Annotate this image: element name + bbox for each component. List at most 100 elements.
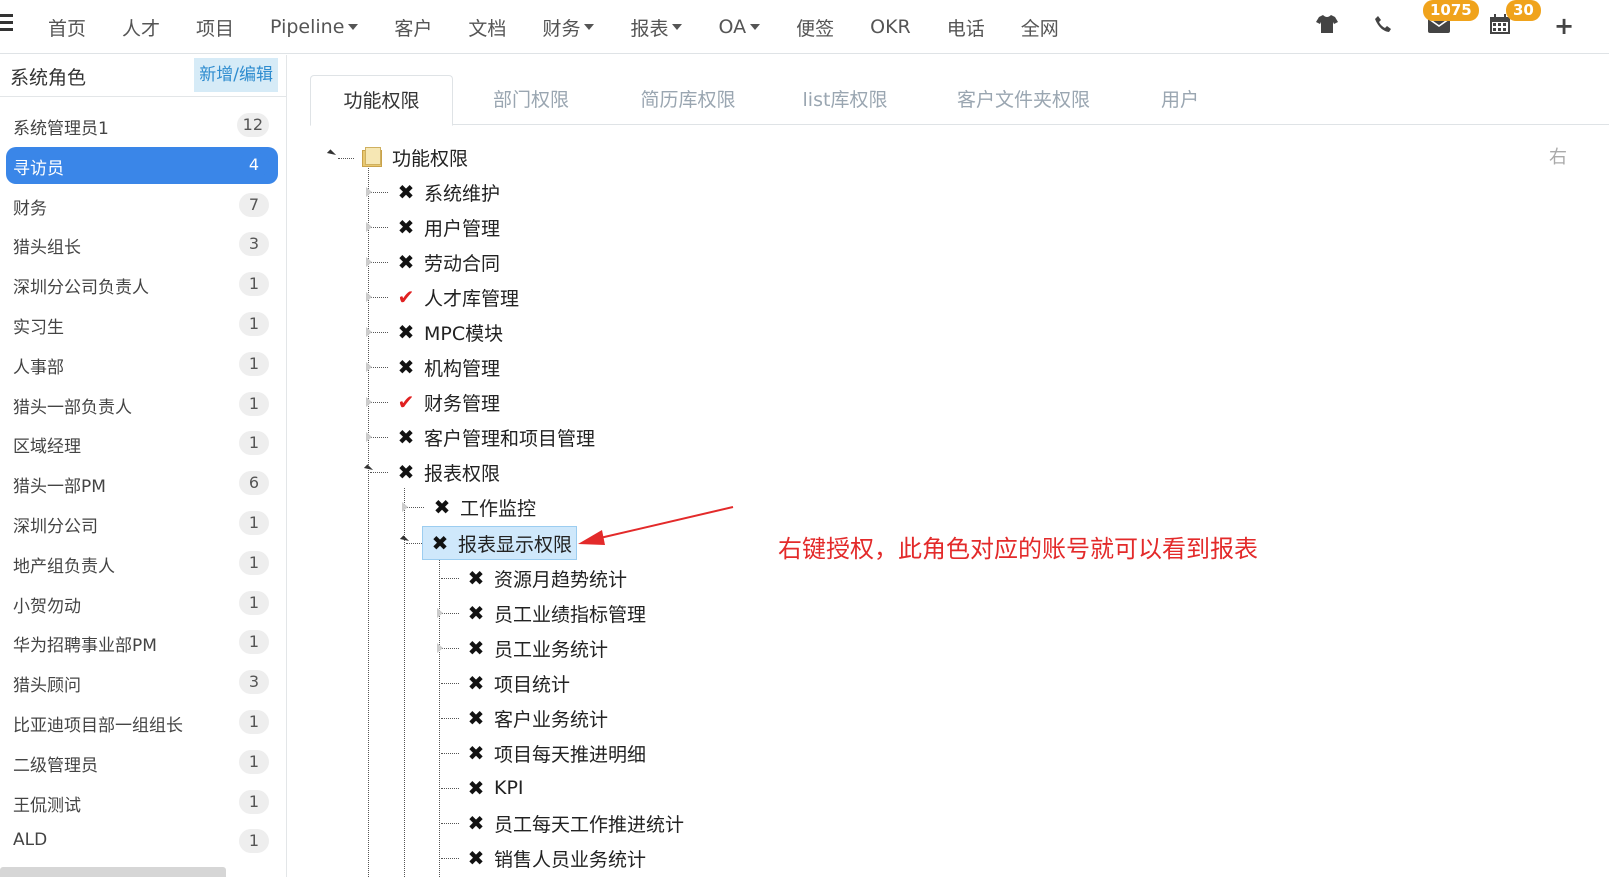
tree-collapsed-icon[interactable] — [366, 292, 372, 302]
tab-4[interactable]: 客户文件夹权限 — [934, 75, 1113, 125]
role-item[interactable]: 二级管理员 1 — [6, 744, 278, 781]
nav-item-1[interactable]: 人才 — [104, 0, 178, 54]
cross-icon[interactable]: ✖ — [432, 497, 452, 517]
tree-root[interactable]: 功能权限 — [362, 140, 468, 174]
cross-icon[interactable]: ✖ — [396, 182, 416, 202]
add-edit-role-button[interactable]: 新增/编辑 — [194, 58, 278, 92]
shirt-icon[interactable] — [1315, 14, 1339, 38]
role-item[interactable]: 比亚迪项目部一组组长 1 — [6, 704, 278, 741]
role-count-badge: 1 — [239, 391, 269, 416]
role-item[interactable]: 寻访员 4 — [6, 146, 278, 184]
tree-node[interactable]: ✖ 报表显示权限 — [422, 526, 578, 560]
cross-icon[interactable]: ✖ — [466, 708, 486, 728]
role-item[interactable]: 猎头组长 3 — [6, 226, 278, 263]
tree-collapsed-icon[interactable] — [366, 432, 372, 442]
role-item[interactable]: 实习生 1 — [6, 306, 278, 343]
tree-node[interactable]: ✖ 报表权限 — [396, 455, 500, 489]
role-item[interactable]: 地产组负责人 1 — [6, 545, 278, 582]
cross-icon[interactable]: ✖ — [396, 427, 416, 447]
tree-node[interactable]: ✖ 员工业务统计 — [466, 631, 608, 665]
nav-item-4[interactable]: 客户 — [376, 0, 450, 54]
left-horizontal-scrollbar[interactable] — [0, 867, 226, 877]
plus-icon[interactable]: + — [1552, 14, 1576, 38]
nav-item-9[interactable]: 便签 — [778, 0, 852, 54]
tree-collapsed-icon[interactable] — [366, 222, 372, 232]
tree-node[interactable]: ✖ 系统维护 — [396, 175, 500, 209]
role-item[interactable]: 深圳分公司 1 — [6, 505, 278, 542]
check-icon[interactable]: ✔ — [396, 392, 416, 412]
tree-collapsed-icon[interactable] — [366, 362, 372, 372]
nav-item-5[interactable]: 文档 — [450, 0, 524, 54]
tree-node[interactable]: ✖ 员工每天工作推进统计 — [466, 806, 684, 840]
tree-collapsed-icon[interactable] — [366, 397, 372, 407]
tree-node[interactable]: ✖ 客户管理和项目管理 — [396, 420, 595, 454]
cross-icon[interactable]: ✖ — [466, 848, 486, 868]
role-item[interactable]: 系统管理员1 12 — [6, 107, 278, 144]
tree-expanded-icon[interactable] — [326, 149, 337, 159]
nav-item-7[interactable]: 报表 — [612, 0, 700, 54]
nav-item-3[interactable]: Pipeline — [252, 0, 376, 54]
role-item[interactable]: 猎头一部负责人 1 — [6, 386, 278, 423]
nav-item-11[interactable]: 电话 — [929, 0, 1003, 54]
cross-icon[interactable]: ✖ — [466, 813, 486, 833]
nav-item-6[interactable]: 财务 — [524, 0, 612, 54]
nav-item-10[interactable]: OKR — [852, 0, 929, 54]
tree-collapsed-icon[interactable] — [366, 187, 372, 197]
role-item[interactable]: 王侃测试 1 — [6, 784, 278, 821]
tree-node[interactable]: ✖ 机构管理 — [396, 350, 500, 384]
cross-icon[interactable]: ✖ — [466, 673, 486, 693]
role-item[interactable]: 人事部 1 — [6, 346, 278, 383]
tree-collapsed-icon[interactable] — [437, 643, 443, 653]
cross-icon[interactable]: ✖ — [396, 217, 416, 237]
nav-item-2[interactable]: 项目 — [178, 0, 252, 54]
tree-node[interactable]: ✖ MPC模块 — [396, 315, 504, 349]
nav-item-0[interactable]: 首页 — [30, 0, 104, 54]
role-item[interactable]: 猎头一部PM 6 — [6, 465, 278, 502]
cross-icon[interactable]: ✖ — [430, 533, 450, 553]
tree-node-label: 报表权限 — [424, 462, 501, 485]
role-item[interactable]: 深圳分公司负责人 1 — [6, 266, 278, 303]
tab-1[interactable]: 部门权限 — [460, 75, 602, 125]
tab-3[interactable]: list库权限 — [772, 75, 918, 125]
cross-icon[interactable]: ✖ — [466, 603, 486, 623]
tree-node[interactable]: ✖ 劳动合同 — [396, 245, 500, 279]
role-item[interactable]: ALD 1 — [6, 823, 278, 860]
cross-icon[interactable]: ✖ — [466, 638, 486, 658]
tree-node[interactable]: ✖ 项目统计 — [466, 666, 570, 700]
tree-node[interactable]: ✔ 人才库管理 — [396, 280, 519, 314]
tree-node-label: 劳动合同 — [424, 252, 501, 275]
cross-icon[interactable]: ✖ — [466, 743, 486, 763]
tree-node[interactable]: ✖ KPI — [466, 771, 524, 805]
tree-node[interactable]: ✖ 用户管理 — [396, 210, 500, 244]
tree-collapsed-icon[interactable] — [366, 327, 372, 337]
cross-icon[interactable]: ✖ — [396, 357, 416, 377]
tree-collapsed-icon[interactable] — [366, 257, 372, 267]
nav-item-12[interactable]: 全网 — [1003, 0, 1077, 54]
check-icon[interactable]: ✔ — [396, 287, 416, 307]
cross-icon[interactable]: ✖ — [466, 778, 486, 798]
role-item[interactable]: 华为招聘事业部PM 1 — [6, 624, 278, 661]
tree-node[interactable]: ✖ 员工业绩指标管理 — [466, 596, 646, 630]
cross-icon[interactable]: ✖ — [396, 322, 416, 342]
role-item[interactable]: 财务 7 — [6, 187, 278, 224]
tab-2[interactable]: 简历库权限 — [620, 75, 756, 125]
tree-collapsed-icon[interactable] — [437, 608, 443, 618]
phone-icon[interactable] — [1371, 14, 1395, 38]
tree-node[interactable]: ✖ 资源月趋势统计 — [466, 561, 627, 595]
cross-icon[interactable]: ✖ — [396, 252, 416, 272]
tab-5[interactable]: 用户 — [1120, 75, 1240, 125]
role-item[interactable]: 小贺勿动 1 — [6, 585, 278, 622]
tree-node[interactable]: ✖ 客户业务统计 — [466, 701, 608, 735]
hamburger-menu-icon[interactable] — [0, 14, 16, 36]
cross-icon[interactable]: ✖ — [396, 462, 416, 482]
cross-icon[interactable]: ✖ — [466, 568, 486, 588]
nav-item-8[interactable]: OA — [700, 0, 778, 54]
tab-0[interactable]: 功能权限 — [310, 75, 453, 126]
tree-node[interactable]: ✔ 财务管理 — [396, 385, 500, 419]
role-item[interactable]: 猎头顾问 3 — [6, 664, 278, 701]
tree-node[interactable]: ✖ 项目每天推进明细 — [466, 736, 646, 770]
tree-node[interactable]: ✖ 工作监控 — [432, 490, 536, 524]
tree-collapsed-icon[interactable] — [402, 502, 408, 512]
role-item[interactable]: 区域经理 1 — [6, 425, 278, 462]
tree-node[interactable]: ✖ 销售人员业务统计 — [466, 841, 646, 875]
